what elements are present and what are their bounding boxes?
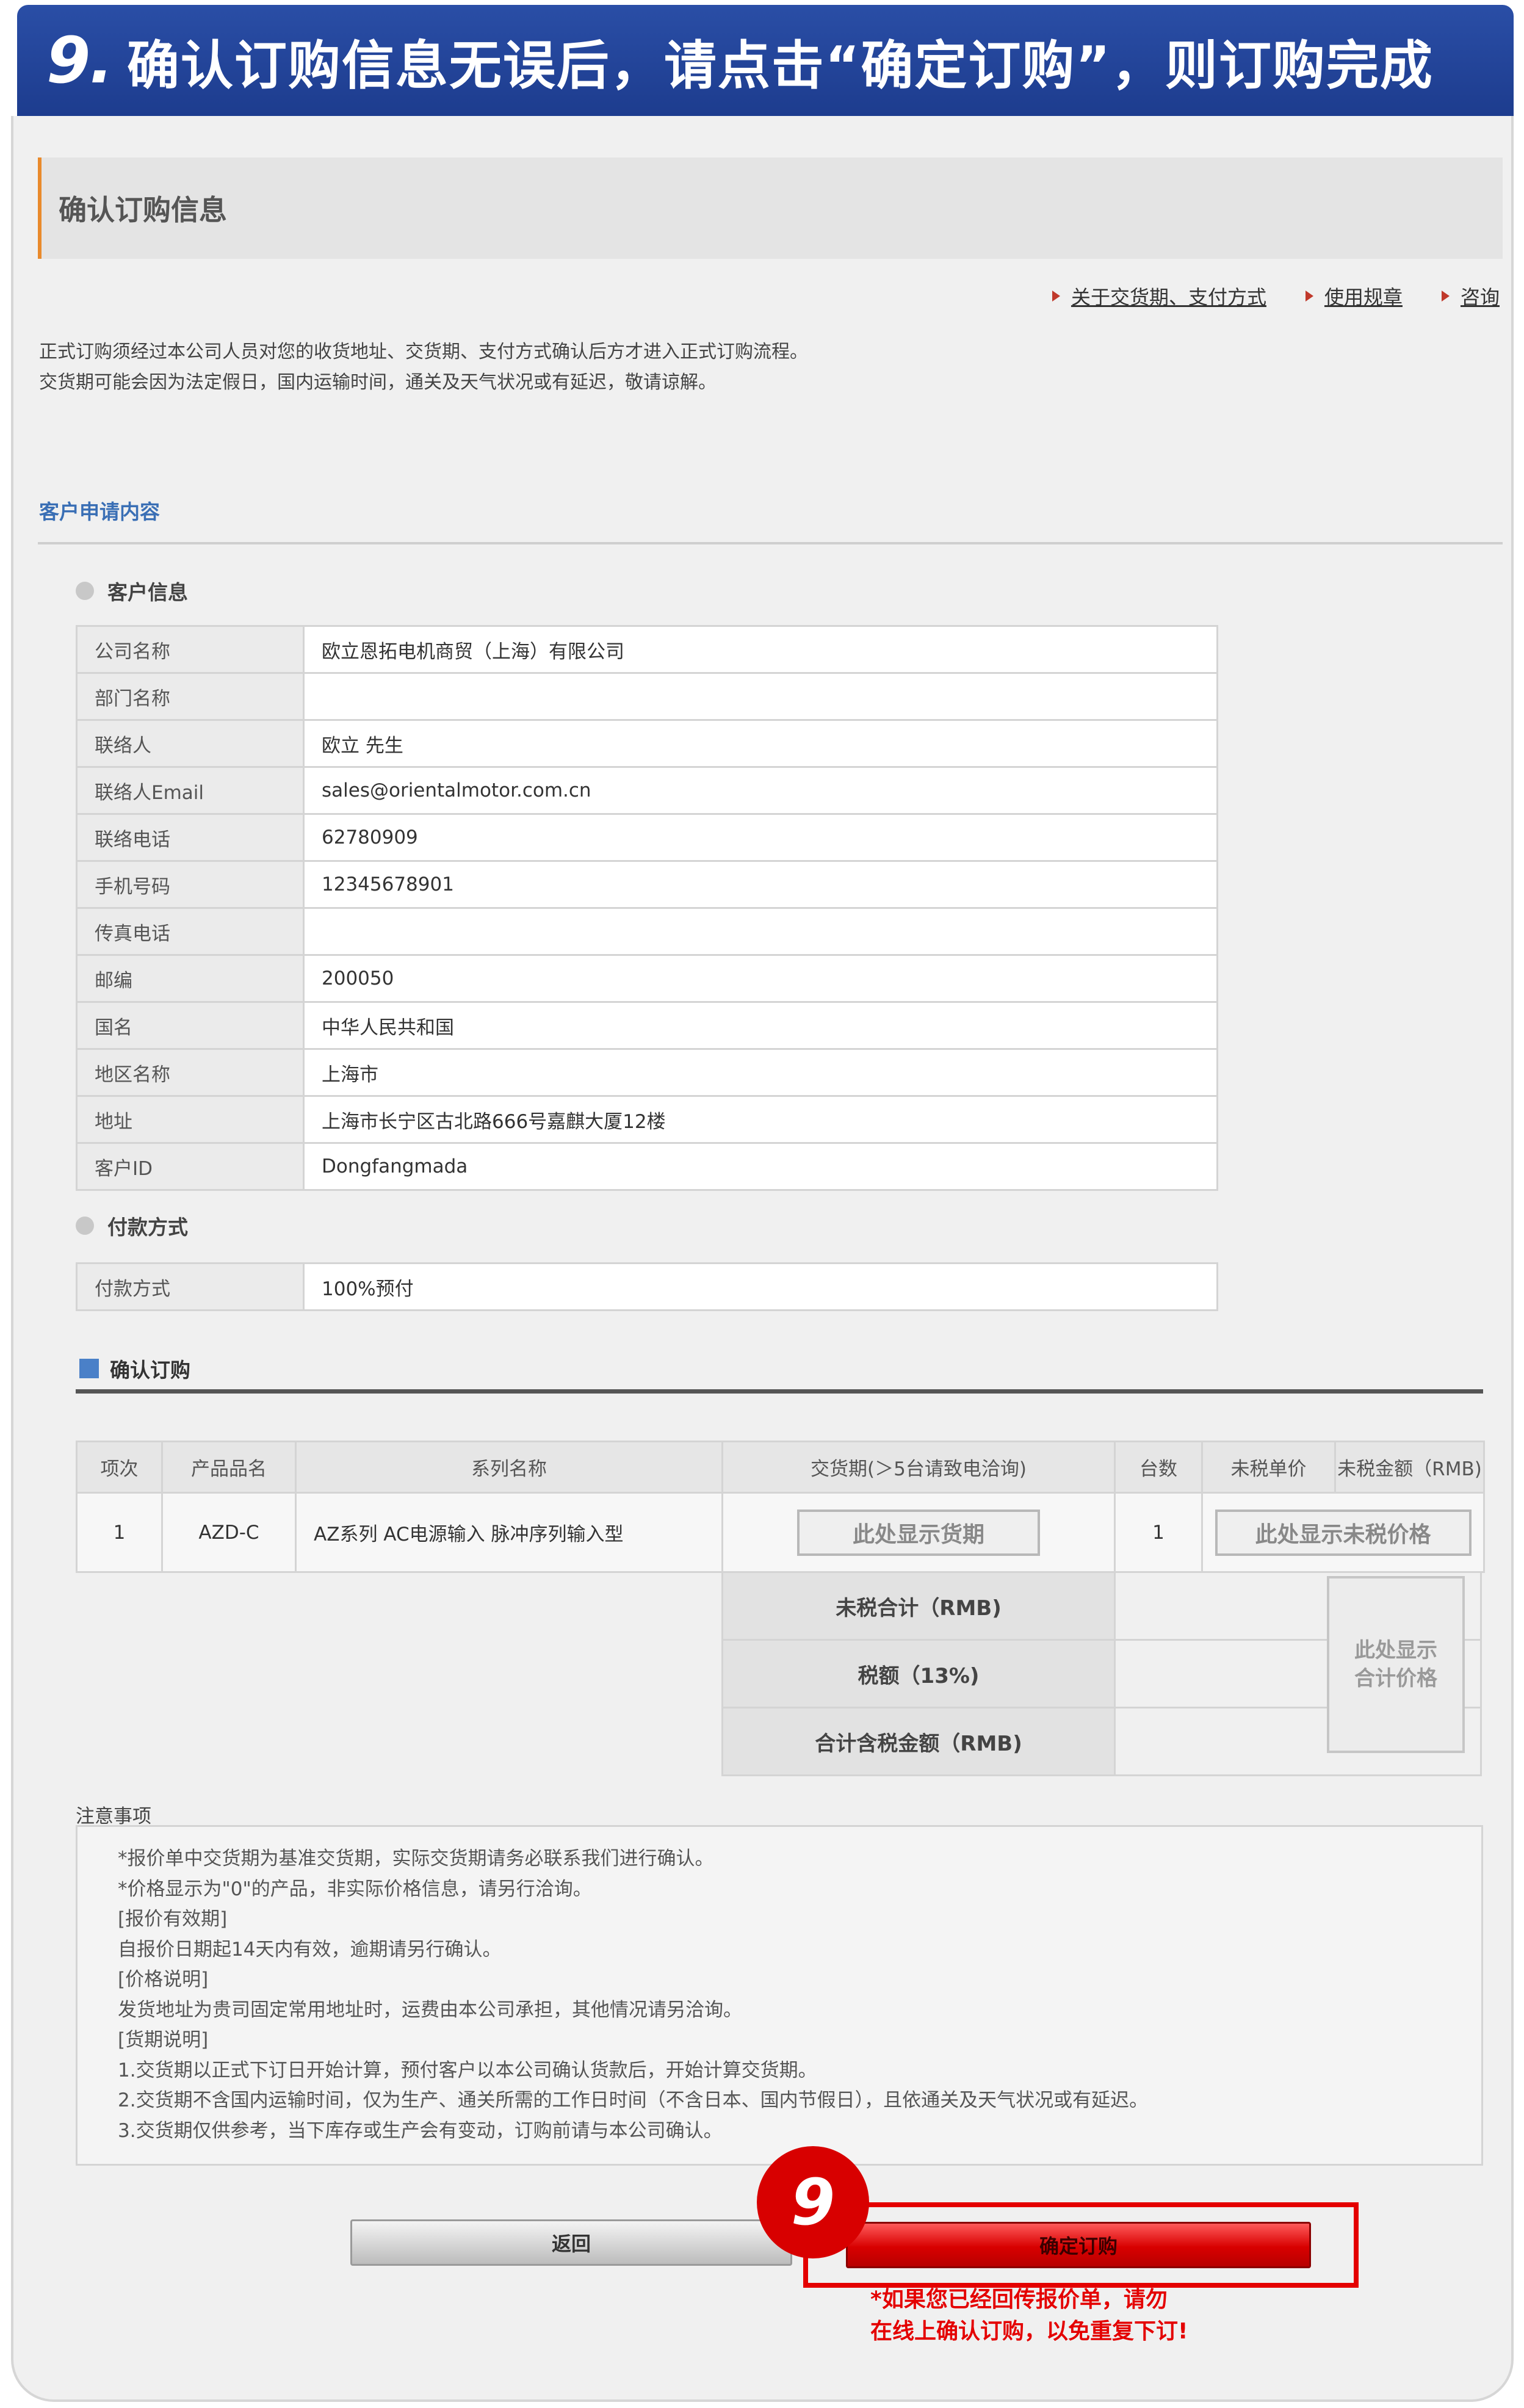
table-row: 联络电话 62780909	[76, 813, 1218, 862]
notes-label: 注意事项	[76, 1806, 151, 1828]
table-row: 公司名称 欧立恩拓电机商贸（上海）有限公司	[76, 625, 1218, 674]
table-row: 联络人 欧立 先生	[76, 719, 1218, 768]
order-table: 项次 产品品名 系列名称 交货期(＞5台请致电洽询) 台数 未税单价 未税金额（…	[76, 1441, 1485, 1573]
notes-box: *报价单中交货期为基准交货期，实际交货期请务必联系我们进行确认。 *价格显示为"…	[76, 1825, 1483, 2166]
table-header-row: 项次 产品品名 系列名称 交货期(＞5台请致电洽询) 台数 未税单价 未税金额（…	[76, 1441, 1485, 1494]
table-row: 邮编 200050	[76, 954, 1218, 1003]
intro-text: 正式订购须经过本公司人员对您的收货地址、交货期、支付方式确认后方才进入正式订购流…	[39, 341, 808, 393]
top-links: 关于交货期、支付方式 使用规章 咨询	[1052, 282, 1500, 310]
table-row: 联络人Email sales@orientalmotor.com.cn	[76, 766, 1218, 815]
page-title: 确认订购信息	[59, 193, 227, 226]
back-button[interactable]: 返回	[350, 2219, 792, 2266]
delivery-placeholder: 此处显示货期	[797, 1509, 1040, 1556]
triangle-right-icon	[1441, 291, 1450, 302]
divider	[38, 542, 1503, 544]
step-badge: 9	[757, 2146, 869, 2258]
table-row: 客户ID Dongfangmada	[76, 1142, 1218, 1191]
payment-heading: 付款方式	[76, 1211, 188, 1240]
total-price-placeholder: 此处显示 合计价格	[1327, 1576, 1465, 1753]
link-delivery-payment[interactable]: 关于交货期、支付方式	[1052, 282, 1266, 310]
step-banner: 9. 确认订购信息无误后，请点击“确定订购”，则订购完成	[17, 5, 1514, 116]
price-placeholder: 此处显示未税价格	[1215, 1509, 1472, 1556]
link-terms[interactable]: 使用规章	[1305, 282, 1403, 310]
bullet-square-icon	[79, 1359, 99, 1378]
highlight-frame	[803, 2202, 1359, 2288]
customer-info-table: 公司名称 欧立恩拓电机商贸（上海）有限公司 部门名称 联络人 欧立 先生 联络人Em…	[76, 625, 1218, 1191]
customer-info-heading: 客户信息	[76, 576, 188, 606]
triangle-right-icon	[1052, 291, 1060, 302]
bullet-circle-icon	[76, 582, 94, 600]
link-inquiry[interactable]: 咨询	[1441, 282, 1500, 310]
payment-table: 付款方式 100%预付	[76, 1262, 1218, 1311]
table-row: 部门名称	[76, 672, 1218, 721]
warning-tip: *如果您已经回传报价单，请勿 在线上确认订购，以免重复下订!	[870, 2287, 1188, 2344]
section-title: 客户申请内容	[39, 500, 160, 524]
table-row: 1 AZD-C AZ系列 AC电源输入 脉冲序列输入型 此处显示货期 1 此处显…	[76, 1492, 1485, 1573]
step-number: 9.	[46, 23, 114, 98]
table-row: 手机号码 12345678901	[76, 860, 1218, 909]
bullet-circle-icon	[76, 1217, 94, 1235]
divider	[76, 1389, 1483, 1394]
step-instruction: 确认订购信息无误后，请点击“确定订购”，则订购完成	[126, 35, 1434, 96]
table-row: 国名 中华人民共和国	[76, 1001, 1218, 1050]
table-row: 地区名称 上海市	[76, 1048, 1218, 1097]
triangle-right-icon	[1305, 291, 1313, 302]
page-header: 确认订购信息	[38, 157, 1503, 259]
table-row: 地址 上海市长宁区古北路666号嘉麒大厦12楼	[76, 1095, 1218, 1144]
confirm-order-heading: 确认订购	[79, 1354, 190, 1383]
table-row: 付款方式 100%预付	[76, 1262, 1218, 1311]
table-row: 传真电话	[76, 907, 1218, 956]
